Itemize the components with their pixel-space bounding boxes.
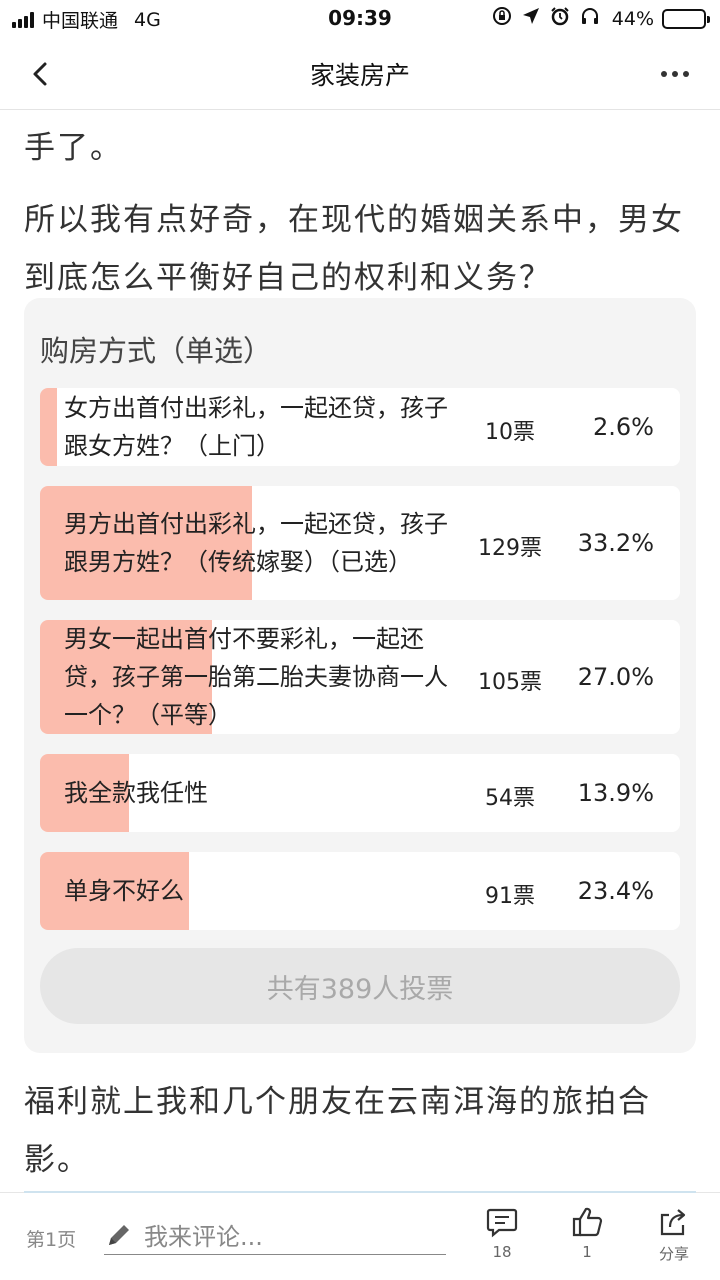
comment-bubble-icon: [486, 1208, 518, 1238]
poll-option-percent: 2.6%: [593, 413, 654, 441]
poll-option[interactable]: 男方出首付出彩礼，一起还贷，孩子跟男方姓？（传统嫁娶）（已选） 129票 33.…: [40, 486, 680, 600]
poll-option-percent: 23.4%: [577, 877, 654, 905]
page-title: 家装房产: [309, 61, 410, 90]
status-right: 44%: [482, 6, 710, 31]
poll-total-button[interactable]: 共有389人投票: [40, 948, 680, 1024]
location-icon: [522, 7, 540, 30]
bottom-bar: 第1页 我来评论... 18 1 分享: [0, 1191, 720, 1280]
share-icon: [660, 1209, 686, 1236]
article-paragraph: 手了。: [24, 130, 123, 166]
alarm-icon: [550, 6, 570, 31]
battery-percent: 44%: [611, 7, 654, 30]
pencil-icon: [109, 1224, 129, 1245]
poll-option-label: 男方出首付出彩礼，一起还贷，孩子跟男方姓？（传统嫁娶）（已选）: [64, 510, 448, 576]
poll-option-votes: 54票: [485, 786, 535, 811]
status-bar: 中国联通 4G 09:39 44%: [0, 0, 720, 38]
poll-option-percent: 33.2%: [577, 529, 654, 557]
poll-option[interactable]: 女方出首付出彩礼，一起还贷，孩子跟女方姓？（上门） 10票 2.6%: [40, 388, 680, 466]
poll-option[interactable]: 我全款我任性 54票 13.9%: [40, 754, 680, 832]
poll-option-label: 女方出首付出彩礼，一起还贷，孩子跟女方姓？（上门）: [64, 394, 448, 460]
poll-option-label: 我全款我任性: [64, 779, 208, 807]
battery-icon: [662, 8, 710, 29]
poll-option[interactable]: 男女一起出首付不要彩礼，一起还贷，孩子第一胎第二胎夫妻协商一人一个？（平等） 1…: [40, 620, 680, 734]
poll-title: 购房方式（单选）: [40, 334, 273, 368]
comments-button[interactable]: 18: [472, 1205, 532, 1261]
headphones-icon: [580, 6, 600, 31]
comments-count: 18: [492, 1243, 512, 1261]
likes-count: 1: [582, 1243, 592, 1261]
comment-placeholder: 我来评论...: [144, 1223, 263, 1251]
share-button[interactable]: 分享: [644, 1205, 704, 1264]
poll-option-votes: 10票: [485, 420, 535, 445]
poll-bar: [40, 388, 57, 466]
article-paragraph: 福利就上我和几个朋友在云南洱海的旅拍合影。: [24, 1084, 651, 1178]
thumbs-up-icon: [572, 1207, 603, 1237]
more-dots-icon: [661, 71, 689, 77]
poll-option-votes: 129票: [478, 536, 542, 561]
like-button[interactable]: 1: [557, 1205, 617, 1261]
poll-card: 购房方式（单选） 女方出首付出彩礼，一起还贷，孩子跟女方姓？（上门） 10票 2…: [24, 298, 696, 1053]
poll-option-percent: 27.0%: [577, 663, 654, 691]
article-paragraph: 所以我有点好奇，在现代的婚姻关系中，男女到底怎么平衡好自己的权利和义务？: [24, 202, 684, 296]
poll-option-label: 单身不好么: [64, 877, 184, 905]
poll-option-percent: 13.9%: [577, 779, 654, 807]
poll-option-votes: 105票: [478, 670, 542, 695]
poll-option[interactable]: 单身不好么 91票 23.4%: [40, 852, 680, 930]
divider: [24, 1191, 696, 1193]
page-indicator[interactable]: 第1页: [26, 1225, 76, 1252]
poll-option-votes: 91票: [485, 884, 535, 909]
nav-bar: 家装房产: [0, 38, 720, 110]
share-label: 分享: [658, 1245, 689, 1263]
more-button[interactable]: [650, 56, 700, 92]
lock-rotation-icon: [492, 6, 512, 31]
poll-option-label: 男女一起出首付不要彩礼，一起还贷，孩子第一胎第二胎夫妻协商一人一个？（平等）: [64, 625, 448, 729]
comment-input[interactable]: 我来评论...: [104, 1215, 446, 1255]
